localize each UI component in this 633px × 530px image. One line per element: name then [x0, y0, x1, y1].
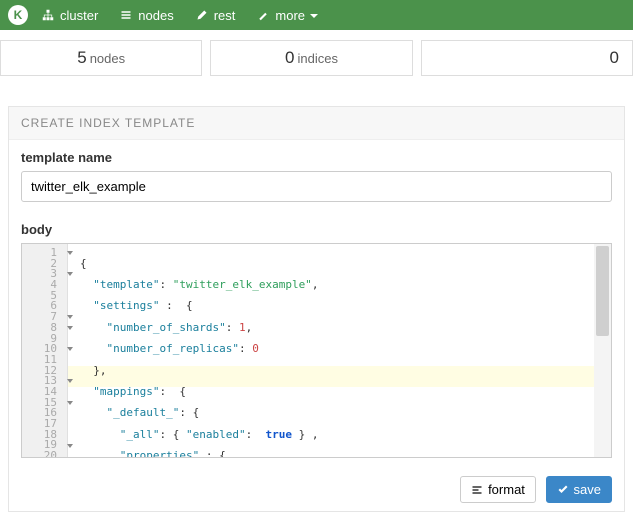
list-icon	[120, 9, 132, 21]
save-button-label: save	[574, 482, 601, 497]
align-icon	[471, 484, 483, 496]
editor-scrollbar[interactable]	[594, 244, 611, 457]
pencil-icon	[196, 9, 208, 21]
nav-nodes[interactable]: nodes	[120, 8, 173, 23]
fold-arrow-icon[interactable]	[67, 401, 73, 405]
editor-gutter: 1 2 3 4 5 6 7 8 9 10 11 12 13 14 15 16 1…	[22, 244, 68, 457]
template-name-label: template name	[21, 150, 612, 165]
panel-title: CREATE INDEX TEMPLATE	[9, 107, 624, 140]
fold-arrow-icon[interactable]	[67, 272, 73, 276]
format-button-label: format	[488, 482, 525, 497]
stat-third[interactable]: 0	[421, 40, 633, 76]
line-number: 20	[22, 451, 57, 458]
stat-third-count: 0	[610, 48, 619, 68]
editor-content[interactable]: { "template": "twitter_elk_example", "se…	[80, 244, 594, 457]
top-nav: K cluster nodes rest more	[0, 0, 633, 30]
body-label: body	[21, 222, 612, 237]
nav-nodes-label: nodes	[138, 8, 173, 23]
stat-nodes[interactable]: 5 nodes	[0, 40, 202, 76]
fold-gutter	[68, 244, 80, 457]
chevron-down-icon	[310, 8, 324, 23]
template-name-input[interactable]	[21, 171, 612, 202]
fold-arrow-icon[interactable]	[67, 326, 73, 330]
stat-indices-count: 0	[285, 48, 294, 68]
nav-cluster[interactable]: cluster	[42, 8, 98, 23]
button-row: format save	[9, 468, 624, 511]
fold-arrow-icon[interactable]	[67, 347, 73, 351]
fold-arrow-icon[interactable]	[67, 315, 73, 319]
json-editor[interactable]: 1 2 3 4 5 6 7 8 9 10 11 12 13 14 15 16 1…	[21, 243, 612, 458]
save-button[interactable]: save	[546, 476, 612, 503]
logo-icon[interactable]: K	[8, 5, 28, 25]
create-template-panel: CREATE INDEX TEMPLATE template name body…	[8, 106, 625, 512]
nav-cluster-label: cluster	[60, 8, 98, 23]
stat-nodes-count: 5	[77, 48, 86, 68]
nav-rest-label: rest	[214, 8, 236, 23]
scrollbar-thumb[interactable]	[596, 246, 609, 336]
fold-arrow-icon[interactable]	[67, 251, 73, 255]
stat-indices-label: indices	[297, 51, 337, 66]
nav-more[interactable]: more	[257, 8, 324, 23]
stats-row: 5 nodes 0 indices 0	[0, 30, 633, 86]
fold-arrow-icon[interactable]	[67, 444, 73, 448]
sitemap-icon	[42, 9, 54, 21]
stat-indices[interactable]: 0 indices	[210, 40, 412, 76]
nav-more-label: more	[275, 8, 305, 23]
nav-rest[interactable]: rest	[196, 8, 236, 23]
check-icon	[557, 484, 569, 496]
fold-arrow-icon[interactable]	[67, 379, 73, 383]
stat-nodes-label: nodes	[90, 51, 125, 66]
format-button[interactable]: format	[460, 476, 536, 503]
wand-icon	[257, 9, 269, 21]
